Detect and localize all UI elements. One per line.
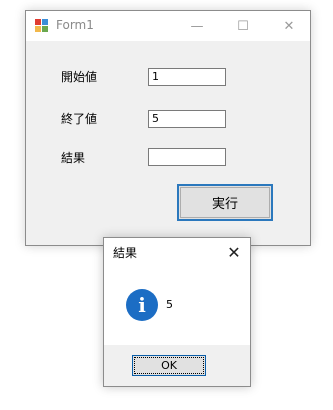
minimize-icon: — bbox=[190, 18, 204, 34]
close-icon: ✕ bbox=[283, 18, 295, 34]
message-box-close-button[interactable]: ✕ bbox=[224, 242, 244, 262]
app-icon bbox=[35, 19, 49, 33]
run-button[interactable]: 実行 bbox=[177, 184, 273, 221]
title-bar[interactable]: Form1 — ☐ ✕ bbox=[26, 11, 310, 41]
ok-button-label: OK bbox=[161, 359, 177, 372]
close-button[interactable]: ✕ bbox=[266, 11, 312, 41]
message-text: 5 bbox=[166, 298, 173, 311]
start-value-input[interactable]: 1 bbox=[148, 68, 226, 86]
message-box-footer: OK bbox=[104, 345, 250, 386]
result-label: 結果 bbox=[61, 151, 86, 165]
form1-window: Form1 — ☐ ✕ 開始値 1 終了値 5 結果 実行 bbox=[25, 10, 311, 246]
minimize-button[interactable]: — bbox=[174, 11, 220, 41]
ok-button[interactable]: OK bbox=[132, 355, 206, 376]
end-value-label: 終了値 bbox=[61, 112, 98, 126]
message-box-title: 結果 bbox=[113, 246, 138, 260]
maximize-icon: ☐ bbox=[237, 18, 249, 34]
close-icon: ✕ bbox=[227, 242, 241, 262]
run-button-label: 実行 bbox=[211, 197, 238, 212]
message-box: 結果 ✕ i 5 OK bbox=[103, 237, 251, 387]
start-value-label: 開始値 bbox=[61, 70, 98, 84]
info-icon: i bbox=[126, 289, 158, 321]
result-input[interactable] bbox=[148, 148, 226, 166]
end-value-input[interactable]: 5 bbox=[148, 110, 226, 128]
window-title: Form1 bbox=[56, 18, 94, 32]
maximize-button[interactable]: ☐ bbox=[220, 11, 266, 41]
